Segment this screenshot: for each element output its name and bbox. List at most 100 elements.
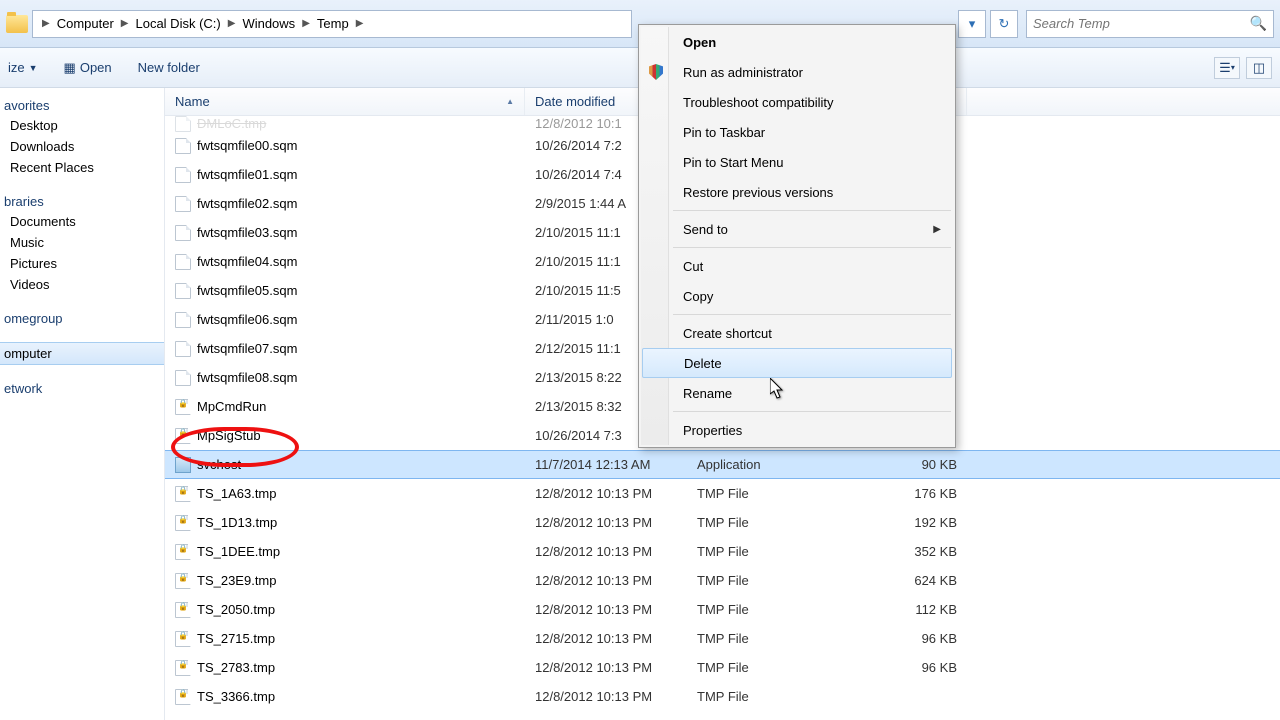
ctx-create-shortcut[interactable]: Create shortcut: [641, 318, 953, 348]
file-row[interactable]: TS_2715.tmp12/8/2012 10:13 PMTMP File96 …: [165, 624, 1280, 653]
file-icon: [175, 196, 191, 212]
file-type: TMP File: [687, 486, 877, 501]
search-input[interactable]: [1033, 16, 1250, 31]
file-icon: [175, 631, 191, 647]
sidebar-favorites-header[interactable]: avorites: [0, 96, 164, 115]
file-name: TS_1DEE.tmp: [197, 544, 280, 559]
ctx-cut[interactable]: Cut: [641, 251, 953, 281]
file-row[interactable]: TS_2783.tmp12/8/2012 10:13 PMTMP File96 …: [165, 653, 1280, 682]
breadcrumb[interactable]: ▶ Computer ▶ Local Disk (C:) ▶ Windows ▶…: [32, 10, 632, 38]
sidebar-computer-header[interactable]: omputer: [0, 342, 164, 365]
file-icon: [175, 167, 191, 183]
ctx-open[interactable]: Open: [641, 27, 953, 57]
column-name[interactable]: Name▲: [165, 88, 525, 115]
ctx-pin-taskbar[interactable]: Pin to Taskbar: [641, 117, 953, 147]
file-name: fwtsqmfile03.sqm: [197, 225, 297, 240]
sidebar-item-pictures[interactable]: Pictures: [0, 253, 164, 274]
file-date: 12/8/2012 10:13 PM: [525, 486, 687, 501]
organize-button[interactable]: ize▼: [8, 60, 38, 75]
file-date: 12/8/2012 10:13 PM: [525, 515, 687, 530]
file-name: fwtsqmfile02.sqm: [197, 196, 297, 211]
file-date: 12/8/2012 10:13 PM: [525, 544, 687, 559]
file-icon: [175, 341, 191, 357]
file-icon: [175, 428, 191, 444]
view-options-button[interactable]: ☰▾: [1214, 57, 1240, 79]
separator: [673, 411, 951, 412]
separator: [673, 247, 951, 248]
separator: [673, 314, 951, 315]
file-date: 12/8/2012 10:13 PM: [525, 660, 687, 675]
refresh-button[interactable]: ↻: [990, 10, 1018, 38]
history-dropdown-button[interactable]: ▾: [958, 10, 986, 38]
crumb-computer[interactable]: Computer: [53, 16, 118, 31]
file-icon: [175, 225, 191, 241]
sidebar-libraries-header[interactable]: braries: [0, 192, 164, 211]
file-row[interactable]: svchost11/7/2014 12:13 AMApplication90 K…: [165, 450, 1280, 479]
file-size: 624 KB: [877, 573, 967, 588]
sidebar-network-header[interactable]: etwork: [0, 379, 164, 398]
file-row[interactable]: TS_1A63.tmp12/8/2012 10:13 PMTMP File176…: [165, 479, 1280, 508]
chevron-right-icon: ▶: [225, 18, 239, 29]
file-icon: [175, 689, 191, 705]
file-row[interactable]: TS_3366.tmp12/8/2012 10:13 PMTMP File: [165, 682, 1280, 711]
file-type: Application: [687, 457, 877, 472]
sidebar-item-documents[interactable]: Documents: [0, 211, 164, 232]
sidebar-item-recent[interactable]: Recent Places: [0, 157, 164, 178]
file-icon: [175, 312, 191, 328]
file-size: 96 KB: [877, 631, 967, 646]
file-size: 90 KB: [877, 457, 967, 472]
ctx-send-to[interactable]: Send to▶: [641, 214, 953, 244]
file-name: MpCmdRun: [197, 399, 266, 414]
file-name: TS_1A63.tmp: [197, 486, 277, 501]
file-name: fwtsqmfile05.sqm: [197, 283, 297, 298]
chevron-right-icon: ▶: [299, 18, 313, 29]
file-name: TS_2050.tmp: [197, 602, 275, 617]
file-name: TS_2783.tmp: [197, 660, 275, 675]
file-row[interactable]: TS_1D13.tmp12/8/2012 10:13 PMTMP File192…: [165, 508, 1280, 537]
file-icon: [175, 486, 191, 502]
file-date: 12/8/2012 10:13 PM: [525, 689, 687, 704]
separator: [673, 210, 951, 211]
crumb-temp[interactable]: Temp: [313, 16, 353, 31]
file-icon: [175, 399, 191, 415]
sidebar-item-music[interactable]: Music: [0, 232, 164, 253]
file-row[interactable]: TS_2050.tmp12/8/2012 10:13 PMTMP File112…: [165, 595, 1280, 624]
sort-asc-icon: ▲: [506, 97, 514, 106]
crumb-disk[interactable]: Local Disk (C:): [131, 16, 224, 31]
explorer-window: ▶ Computer ▶ Local Disk (C:) ▶ Windows ▶…: [0, 0, 1280, 720]
file-icon: [175, 602, 191, 618]
file-icon: [175, 138, 191, 154]
ctx-rename[interactable]: Rename: [641, 378, 953, 408]
sidebar-item-videos[interactable]: Videos: [0, 274, 164, 295]
navigation-pane: avorites Desktop Downloads Recent Places…: [0, 88, 165, 720]
context-menu: Open Run as administrator Troubleshoot c…: [638, 24, 956, 448]
ctx-delete[interactable]: Delete: [642, 348, 952, 378]
ctx-troubleshoot[interactable]: Troubleshoot compatibility: [641, 87, 953, 117]
file-type: TMP File: [687, 631, 877, 646]
ctx-restore-versions[interactable]: Restore previous versions: [641, 177, 953, 207]
sidebar-homegroup-header[interactable]: omegroup: [0, 309, 164, 328]
file-icon: [175, 544, 191, 560]
new-folder-button[interactable]: New folder: [138, 60, 200, 75]
search-box[interactable]: 🔍: [1026, 10, 1274, 38]
sidebar-item-desktop[interactable]: Desktop: [0, 115, 164, 136]
chevron-right-icon: ▶: [933, 224, 941, 235]
folder-icon: [6, 15, 28, 33]
ctx-properties[interactable]: Properties: [641, 415, 953, 445]
file-name: TS_23E9.tmp: [197, 573, 277, 588]
ctx-pin-start[interactable]: Pin to Start Menu: [641, 147, 953, 177]
file-size: 192 KB: [877, 515, 967, 530]
file-date: 11/7/2014 12:13 AM: [525, 457, 687, 472]
preview-pane-button[interactable]: ◫: [1246, 57, 1272, 79]
file-name: fwtsqmfile00.sqm: [197, 138, 297, 153]
sidebar-item-downloads[interactable]: Downloads: [0, 136, 164, 157]
open-button[interactable]: ▦Open: [64, 60, 112, 76]
file-row[interactable]: TS_23E9.tmp12/8/2012 10:13 PMTMP File624…: [165, 566, 1280, 595]
file-size: 352 KB: [877, 544, 967, 559]
crumb-windows[interactable]: Windows: [238, 16, 299, 31]
ctx-copy[interactable]: Copy: [641, 281, 953, 311]
ctx-run-as-admin[interactable]: Run as administrator: [641, 57, 953, 87]
file-date: 12/8/2012 10:13 PM: [525, 573, 687, 588]
file-row[interactable]: TS_1DEE.tmp12/8/2012 10:13 PMTMP File352…: [165, 537, 1280, 566]
file-name: fwtsqmfile07.sqm: [197, 341, 297, 356]
